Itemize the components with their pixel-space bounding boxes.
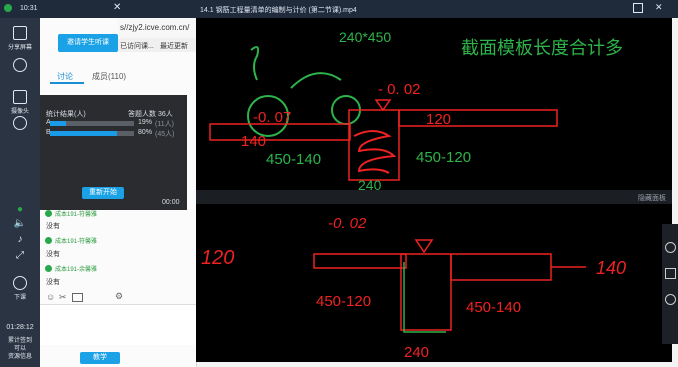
volume-icon[interactable]: 🔈 <box>0 218 40 229</box>
bottom-drawing: -0. 02 120 140 450-120 450-140 240 <box>201 215 626 361</box>
image-icon[interactable] <box>72 293 83 302</box>
poll-option-b-percent: 80% <box>138 129 153 136</box>
chat-input[interactable] <box>40 304 196 345</box>
scissors-icon[interactable]: ✂ <box>59 292 67 303</box>
clock: 10:31 <box>20 5 38 12</box>
rail-mic-live[interactable]: ● <box>0 204 40 215</box>
poll-results-panel: 统计结果(人) 答题人数 36人 A 19% (11人) B 80% (45人)… <box>40 95 187 210</box>
poll-header-title: 统计结果(人) <box>46 111 86 118</box>
chat-item-name: 成本191-符馨雅 <box>45 236 97 245</box>
triangle-marker <box>414 239 434 254</box>
label-450-140: 450-140 <box>266 151 321 168</box>
share-screen-icon <box>13 26 27 40</box>
chat-item-name: 成本191-符馨雅 <box>45 209 97 218</box>
emoji-icon[interactable]: ☺ <box>46 292 55 302</box>
bookmark-2[interactable]: 最近更新 <box>160 41 188 51</box>
heading-text: 截面模板长度合计多 <box>461 38 623 58</box>
video-side-toolbar <box>662 224 678 344</box>
chat-item-name: 成本191-余馨雅 <box>45 264 97 273</box>
right-beam <box>398 109 558 127</box>
triangle-marker <box>374 99 392 112</box>
camera-icon <box>13 90 27 104</box>
poll-option-b-count: (45人) <box>155 131 175 138</box>
right-beam <box>450 253 552 281</box>
user-icon <box>45 210 52 217</box>
question-mark <box>250 46 260 81</box>
elapsed-time: 01:28:12 <box>6 324 34 331</box>
column-section <box>400 253 452 331</box>
poll-header-count: 答题人数 36人 <box>128 111 173 118</box>
label-240: 240 <box>404 344 429 361</box>
minus-text: -0. 02 <box>328 215 367 232</box>
control-icon[interactable] <box>665 268 676 279</box>
poll-option-a-fill <box>50 121 66 126</box>
user-icon <box>45 237 52 244</box>
invite-students-button[interactable]: 邀请学生听课 <box>58 34 118 52</box>
label-450-120: 450-120 <box>316 293 371 310</box>
poll-option-a-percent: 19% <box>138 119 153 126</box>
hatch-scribble <box>353 130 397 174</box>
top-taskbar: 10:31 ✕ 14.1 钢筋工程量清单的编制与计价 (第二节课).mp4 ✕ <box>0 0 678 18</box>
label-120: 120 <box>201 247 234 269</box>
chat-item-msg: 没有 <box>46 223 60 230</box>
status-icon <box>4 4 12 12</box>
green-outline <box>403 262 446 333</box>
browser-url-bar[interactable]: s//zjy2.icve.com.cn/ <box>118 18 196 38</box>
label-450-120: 450-120 <box>416 149 471 166</box>
music-icon[interactable]: ♪ <box>0 234 40 245</box>
dims-text: 240*450 <box>339 29 391 45</box>
video-strip: 隐藏面板 <box>196 190 672 204</box>
video-title: 14.1 钢筋工程量清单的编制与计价 (第二节课).mp4 <box>200 7 357 14</box>
poll-option-a-count: (11人) <box>155 121 174 128</box>
rail-pen[interactable] <box>0 58 40 74</box>
tab-discussion[interactable]: 讨论 <box>57 71 73 82</box>
poll-option-b-track <box>50 131 134 136</box>
poll-option-a-track <box>50 121 134 126</box>
window-close-icon[interactable]: ✕ <box>655 2 663 13</box>
top-drawing: 截面模板长度合计多 240*450 - 0. 02 -0. 07 120 140… <box>209 29 623 193</box>
poll-option-b-fill <box>50 131 118 136</box>
minus-text: - 0. 02 <box>378 81 421 98</box>
label-140: 140 <box>241 133 266 150</box>
power-icon <box>13 276 27 290</box>
settings-icon[interactable]: ⚙ <box>115 291 123 302</box>
stroke-arrow <box>290 72 342 89</box>
restart-button[interactable]: 重新开始 <box>82 187 124 199</box>
browser-bookmarks: 已访问课... 最近更新 <box>118 38 196 52</box>
pen-icon <box>13 58 27 72</box>
rail-end-class[interactable]: 下课 <box>0 276 40 301</box>
control-icon[interactable] <box>665 242 676 253</box>
tab-underline <box>50 82 84 84</box>
microphone-icon <box>13 116 27 130</box>
label-140: 140 <box>596 258 626 278</box>
label-450-140: 450-140 <box>466 299 521 316</box>
user-icon <box>45 265 52 272</box>
bookmark-1[interactable]: 已访问课... <box>120 41 154 51</box>
left-beam <box>313 253 407 269</box>
control-icon[interactable] <box>665 294 676 305</box>
rail-mic[interactable] <box>0 116 40 132</box>
video-frame-top: 截面模板长度合计多 240*450 - 0. 02 -0. 07 120 140… <box>196 18 672 193</box>
poll-timer: 00:00 <box>162 199 180 206</box>
teach-button[interactable]: 教学 <box>80 352 120 364</box>
expand-icon[interactable]: ⤢ <box>0 250 40 261</box>
fullscreen-icon[interactable] <box>633 3 643 13</box>
chat-item-msg: 没有 <box>46 251 60 258</box>
rail-camera[interactable]: 摄像头 <box>0 90 40 115</box>
tab-members[interactable]: 成员(110) <box>92 71 126 82</box>
close-icon[interactable]: ✕ <box>113 2 121 13</box>
left-rail: 分享屏幕 摄像头 ● 🔈 ♪ ⤢ 下课 01:28:12 累计签到 可以 资源信… <box>0 18 40 367</box>
chat-item-msg: 没有 <box>46 279 60 286</box>
rail-info-3: 资源信息 <box>7 354 32 360</box>
video-frame-bottom: -0. 02 120 140 450-120 450-140 240 <box>196 204 672 362</box>
label-120: 120 <box>426 111 451 128</box>
rail-share-screen[interactable]: 分享屏幕 <box>0 26 40 51</box>
hide-panel-link[interactable]: 隐藏面板 <box>638 193 666 203</box>
